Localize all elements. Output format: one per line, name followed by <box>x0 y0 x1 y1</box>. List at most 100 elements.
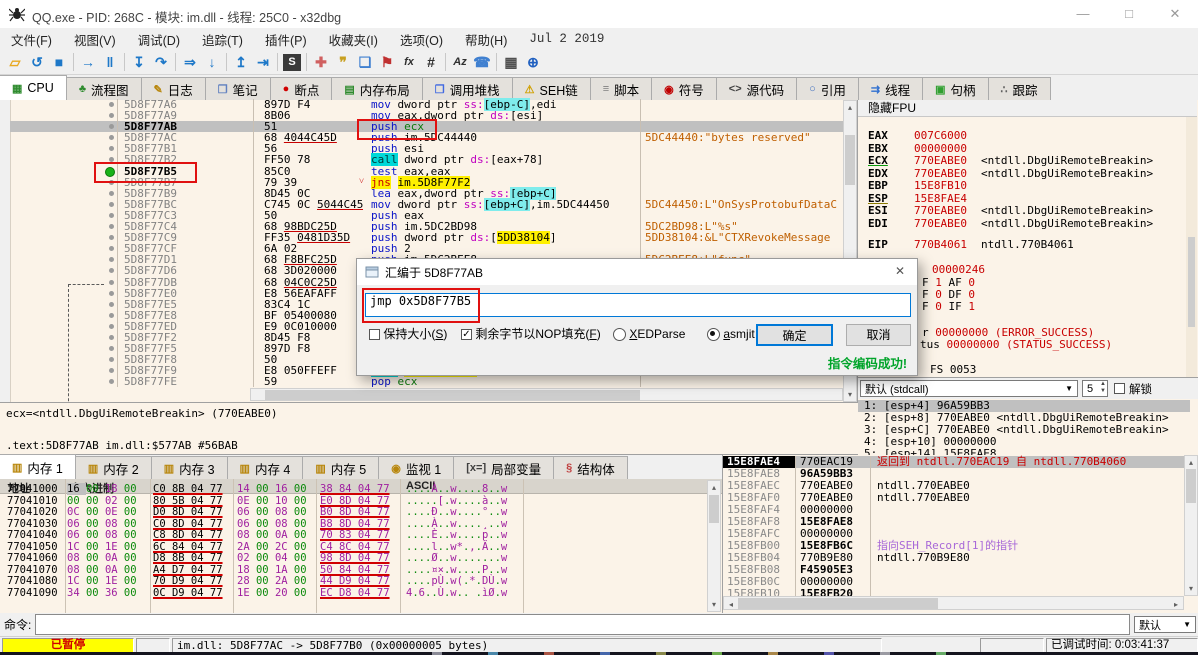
asmjit-option[interactable]: asmjit <box>707 326 755 342</box>
tab-断点[interactable]: ● 断点 <box>269 77 333 100</box>
az-icon[interactable]: Az <box>449 52 471 73</box>
stack-vscrollbar[interactable]: ▴ ▾ <box>1184 455 1198 596</box>
minimize-button[interactable]: — <box>1060 0 1106 28</box>
calling-convention-select[interactable]: 默认 (stdcall) ▼ <box>860 380 1078 397</box>
stepper-arrows-icon[interactable]: ▲ ▼ <box>1100 381 1106 395</box>
row-dot[interactable] <box>109 124 114 130</box>
stop-icon[interactable]: ■ <box>48 52 70 73</box>
row-dot[interactable] <box>109 368 114 374</box>
row-dot[interactable] <box>109 146 114 152</box>
dump-tab-内存 2[interactable]: ▥ 内存 2 <box>74 456 152 479</box>
nop-fill-checkbox[interactable]: ✓ <box>461 329 472 341</box>
tab-笔记[interactable]: ❐ 笔记 <box>204 77 271 100</box>
stack-row[interactable]: 15E8FB04 770B9E80 ntdll.770B9E80 <box>723 552 1184 564</box>
row-dot[interactable] <box>109 102 114 107</box>
menu-item[interactable]: 选项(O) <box>389 27 454 52</box>
source-s-icon[interactable]: S <box>283 53 301 71</box>
stack-row[interactable]: 15E8FAF8 15E8FAE8 <box>723 516 1184 528</box>
stack-panel[interactable]: 15E8FAE4 770EAC19 返回到 ntdll.770EAC19 自 ntd… <box>723 455 1198 613</box>
dialog-title-bar[interactable]: 汇编于 5D8F77AB <box>357 259 917 285</box>
row-dot[interactable] <box>109 268 114 274</box>
row-dot[interactable] <box>109 201 114 207</box>
tab-跟踪[interactable]: ∴ 跟踪 <box>987 77 1051 100</box>
tab-源代码[interactable]: <> 源代码 <box>715 77 798 100</box>
step-into-icon[interactable]: ↧ <box>128 52 150 73</box>
row-dot[interactable] <box>109 301 114 307</box>
stack-row[interactable]: 15E8FAF0 770EABE0 ntdll.770EABE0 <box>723 492 1184 504</box>
row-dot[interactable] <box>109 212 114 218</box>
nop-fill-option[interactable]: ✓ 剩余字节以NOP填充(F) <box>461 326 601 342</box>
command-combo[interactable]: 默认 ▼ <box>1134 616 1196 633</box>
asmjit-radio[interactable] <box>707 328 720 342</box>
row-dot[interactable] <box>109 312 114 318</box>
row-dot[interactable] <box>109 279 114 285</box>
menu-item[interactable]: 追踪(T) <box>191 27 254 52</box>
dump-tab-结构体[interactable]: § 结构体 <box>553 456 628 479</box>
close-button[interactable]: ✕ <box>1152 0 1198 28</box>
registers-scrollbar[interactable] <box>1186 117 1197 377</box>
row-dot[interactable] <box>109 246 114 252</box>
run-icon[interactable]: → <box>77 52 99 73</box>
register-row[interactable]: EAX 007C6000 <box>868 129 967 142</box>
stack-hscrollbar[interactable]: ◂ ▸ <box>723 596 1184 610</box>
row-dot[interactable] <box>109 224 114 230</box>
dialog-close-icon[interactable]: ✕ <box>891 264 909 280</box>
row-dot[interactable] <box>109 334 114 340</box>
execute-till-return-icon[interactable]: ↥ <box>230 52 252 73</box>
function-icon[interactable]: fx <box>398 52 420 73</box>
register-row[interactable]: EDX 770EABE0 <ntdll.DbgUiRemoteBreakin> <box>868 167 1153 180</box>
stack-row[interactable]: 15E8FAF4 00000000 <box>723 504 1184 516</box>
row-dot[interactable] <box>109 235 114 241</box>
tab-脚本[interactable]: ≡ 脚本 <box>589 77 653 100</box>
attach-icon[interactable]: ☎ <box>471 52 493 73</box>
command-input[interactable] <box>35 614 1130 635</box>
run-to-user-code-icon[interactable]: ⇥ <box>252 52 274 73</box>
stack-row[interactable]: 15E8FB08 F45905E3 <box>723 564 1184 576</box>
stack-row[interactable]: 15E8FAE4 770EAC19 返回到 ntdll.770EAC19 自 ntd… <box>723 456 1184 468</box>
tab-引用[interactable]: ○ 引用 <box>796 77 859 100</box>
settings-globe-icon[interactable]: ⊕ <box>522 52 544 73</box>
arg-count-stepper[interactable]: 5 ▲ ▼ <box>1082 380 1108 397</box>
keep-size-option[interactable]: 保持大小(S) <box>369 326 447 342</box>
tab-内存布局[interactable]: ▤ 内存布局 <box>331 77 423 100</box>
tab-符号[interactable]: ◉ 符号 <box>651 77 717 100</box>
menu-item[interactable]: 帮助(H) <box>454 27 518 52</box>
step-over-icon[interactable]: ↷ <box>150 52 172 73</box>
xedparse-radio[interactable] <box>613 328 626 342</box>
tab-流程图[interactable]: ♣ 流程图 <box>65 77 142 100</box>
tab-调用堆栈[interactable]: ❒ 调用堆栈 <box>421 77 513 100</box>
row-dot[interactable] <box>109 357 114 363</box>
trace-into-icon[interactable]: ⇒ <box>179 52 201 73</box>
register-row[interactable]: EDI 770EABE0 <ntdll.DbgUiRemoteBreakin> <box>868 217 1153 230</box>
cancel-button[interactable]: 取消 <box>846 324 911 346</box>
patch-icon[interactable]: ✚ <box>310 52 332 73</box>
disasm-row[interactable]: 5D8F77FE 59 pop ecx <box>10 376 845 387</box>
row-dot[interactable] <box>109 346 114 352</box>
trace-over-icon[interactable]: ↓ <box>201 52 223 73</box>
menu-item[interactable]: 视图(V) <box>63 27 127 52</box>
register-row[interactable]: ESP 15E8FAE4 <box>868 192 967 205</box>
stack-row[interactable]: 15E8FB0C 00000000 <box>723 576 1184 588</box>
dump-vscrollbar[interactable]: ▴ ▾ <box>707 480 721 612</box>
dump-tab-内存 1[interactable]: ▥ 内存 1 <box>0 454 76 479</box>
maximize-button[interactable]: □ <box>1106 0 1152 28</box>
dump-tab-内存 3[interactable]: ▥ 内存 3 <box>150 456 228 479</box>
tab-CPU[interactable]: ▦ CPU <box>0 75 67 100</box>
tab-句柄[interactable]: ▣ 句柄 <box>922 77 989 100</box>
dump-row[interactable]: 77041090 34 00 36 00 0C D9 04 77 1E 00 20 0… <box>0 587 722 600</box>
keep-size-checkbox[interactable] <box>369 329 380 341</box>
pause-icon[interactable]: ‖ <box>99 52 121 73</box>
row-dot[interactable] <box>109 257 114 263</box>
menu-item[interactable]: 收藏夹(I) <box>318 27 389 52</box>
row-dot[interactable] <box>109 379 114 385</box>
open-file-icon[interactable]: ▱ <box>4 52 26 73</box>
tab-SEH链[interactable]: ⚠ SEH链 <box>511 77 591 100</box>
register-row[interactable]: ESI 770EABE0 <ntdll.DbgUiRemoteBreakin> <box>868 204 1153 217</box>
menu-item[interactable]: 文件(F) <box>0 27 63 52</box>
tab-线程[interactable]: ⇉ 线程 <box>857 77 924 100</box>
menu-item[interactable]: 调试(D) <box>127 27 191 52</box>
tab-日志[interactable]: ✎ 日志 <box>140 77 206 100</box>
row-dot[interactable] <box>109 323 114 329</box>
comment-icon[interactable]: ❞ <box>332 52 354 73</box>
row-dot[interactable] <box>109 290 114 296</box>
